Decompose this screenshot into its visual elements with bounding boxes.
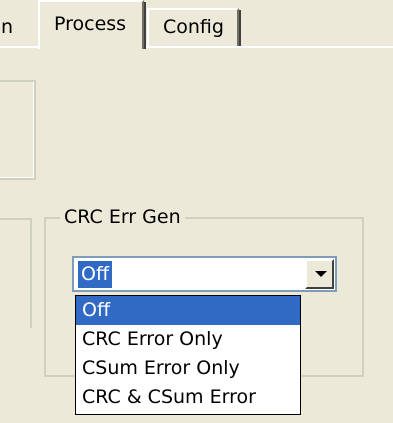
option-crc-and-csum-error[interactable]: CRC & CSum Error: [76, 383, 300, 412]
combo-dropdown-list[interactable]: Off CRC Error Only CSum Error Only CRC &…: [75, 295, 301, 415]
option-crc-error-only[interactable]: CRC Error Only: [76, 325, 300, 354]
tab-process[interactable]: Process: [38, 0, 146, 49]
chevron-down-icon: [315, 271, 327, 277]
option-csum-error-only[interactable]: CSum Error Only: [76, 354, 300, 383]
crc-err-gen-combo[interactable]: Off: [72, 256, 337, 292]
left-group-box: [0, 218, 32, 328]
combo-dropdown-button[interactable]: [305, 259, 334, 289]
combo-selected-value: Off: [78, 261, 113, 288]
upper-group-box: [0, 80, 36, 180]
tab-config[interactable]: Config: [147, 8, 241, 48]
tab-strip: n Process Config: [0, 0, 393, 49]
crc-err-gen-caption: CRC Err Gen: [60, 206, 185, 228]
option-off[interactable]: Off: [76, 296, 300, 325]
tab-partial[interactable]: n: [0, 8, 36, 46]
